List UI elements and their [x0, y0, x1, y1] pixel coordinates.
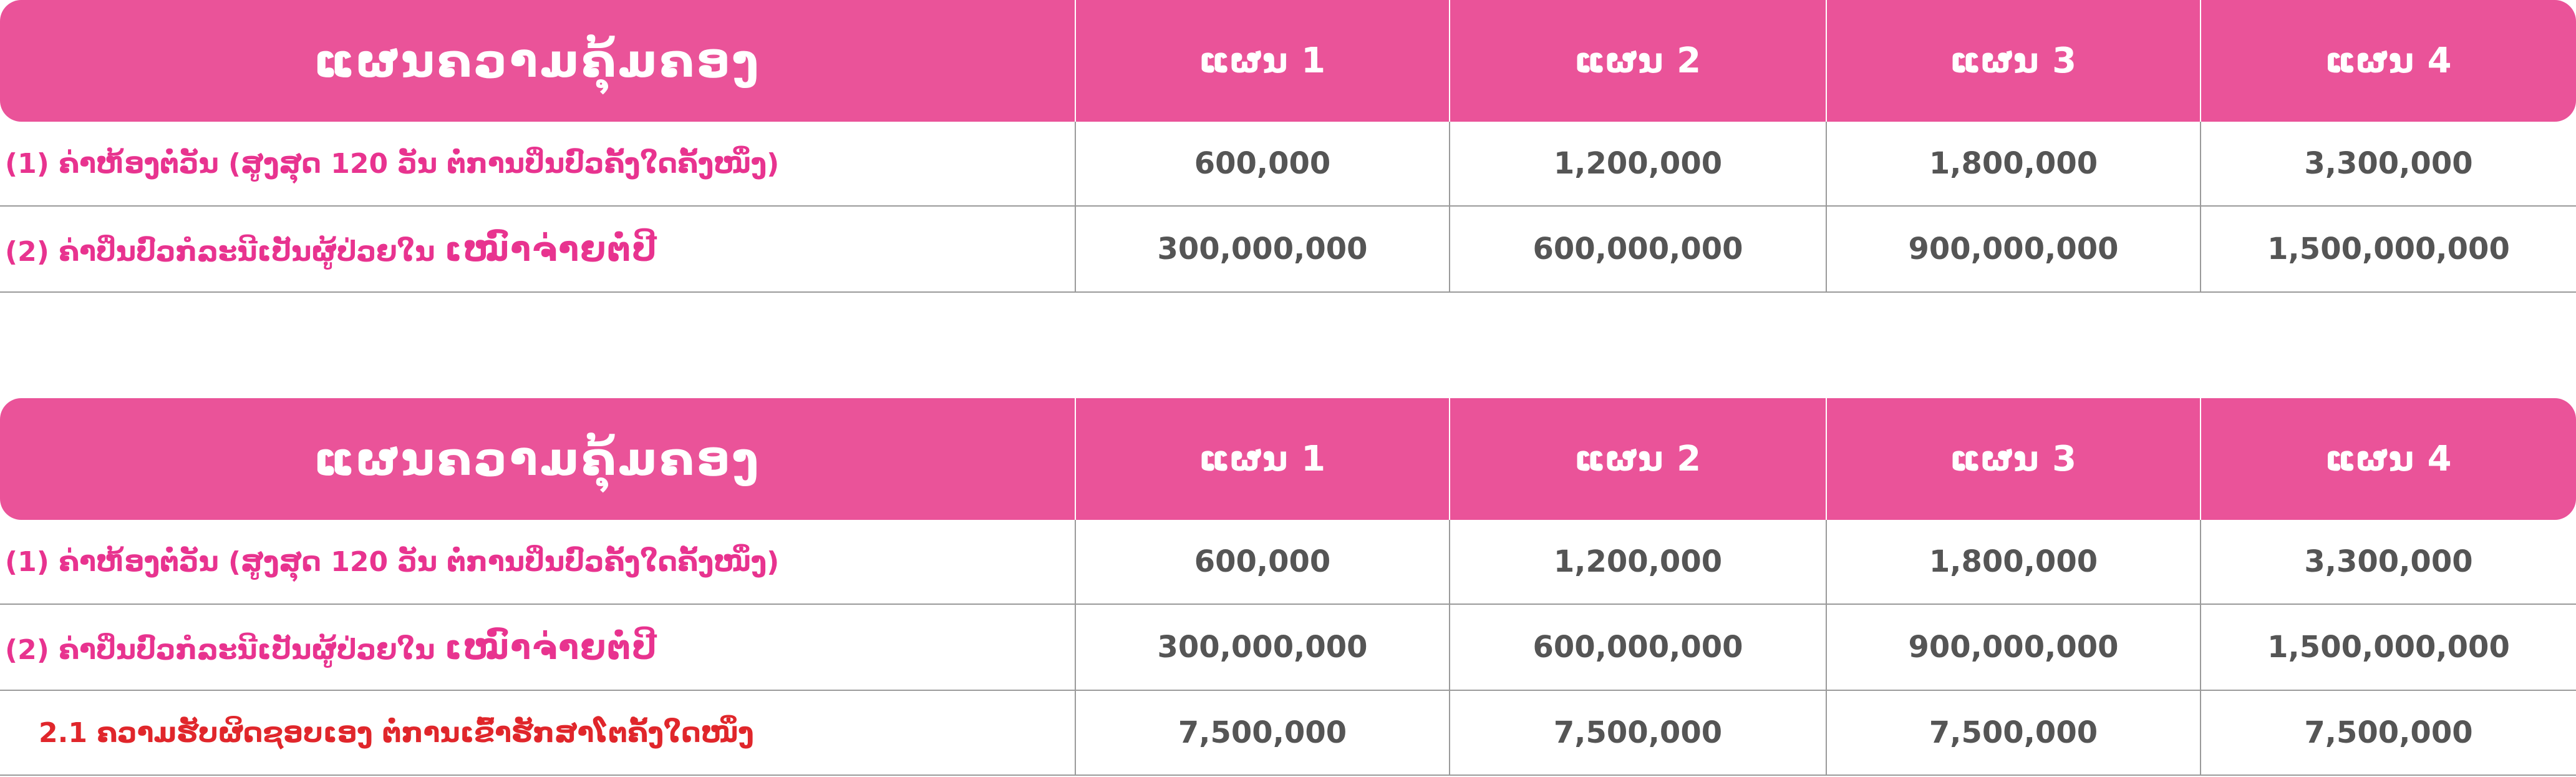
table-cell: 300,000,000	[1075, 604, 1450, 691]
coverage-table-2: ແຜນຄວາມຄຸ້ມຄອງ ແຜນ 1 ແຜນ 2 ແຜນ 3 ແຜນ 4 (…	[0, 398, 2576, 776]
table-cell: 300,000,000	[1075, 206, 1450, 293]
table-cell: 600,000,000	[1449, 604, 1826, 691]
plan-2-header: ແຜນ 2	[1449, 0, 1826, 122]
table-cell: 3,300,000	[2200, 520, 2576, 605]
row-label-deductible: 2.1 ຄວາມຮັບຜິດຊອບເອງ ຕໍ່ການເຂົ້າຮັກສາໂຕຄ…	[0, 690, 1075, 776]
table-cell: 1,800,000	[1826, 122, 2201, 207]
row-label-inpatient: (2) ຄ່າປິ່ນປົວກໍລະນີເປັນຜູ້ປ່ວຍໃນ ເໝົາຈ່…	[0, 206, 1075, 293]
coverage-table: ແຜນຄວາມຄຸ້ມຄອງ ແຜນ 1 ແຜນ 2 ແຜນ 3 ແຜນ 4 (…	[0, 398, 2576, 776]
table-cell: 1,200,000	[1449, 520, 1826, 605]
table-cell: 1,500,000,000	[2200, 206, 2576, 293]
coverage-table-1: ແຜນຄວາມຄຸ້ມຄອງ ແຜນ 1 ແຜນ 2 ແຜນ 3 ແຜນ 4 (…	[0, 0, 2576, 293]
table-row-inpatient: (2) ຄ່າປິ່ນປົວກໍລະນີເປັນຜູ້ປ່ວຍໃນ ເໝົາຈ່…	[0, 206, 2576, 293]
plan-1-header: ແຜນ 1	[1075, 0, 1450, 122]
table-cell: 600,000	[1075, 122, 1450, 207]
plan-3-header: ແຜນ 3	[1826, 398, 2201, 520]
table-row-room-rate: (1) ຄ່າຫ້ອງຕໍ່ວັນ (ສູງສຸດ 120 ວັນ ຕໍ່ການ…	[0, 122, 2576, 207]
coverage-plan-title: ແຜນຄວາມຄຸ້ມຄອງ	[0, 0, 1075, 122]
header-row: ແຜນຄວາມຄຸ້ມຄອງ ແຜນ 1 ແຜນ 2 ແຜນ 3 ແຜນ 4	[0, 398, 2576, 520]
header-row: ແຜນຄວາມຄຸ້ມຄອງ ແຜນ 1 ແຜນ 2 ແຜນ 3 ແຜນ 4	[0, 0, 2576, 122]
row-label-text: (2) ຄ່າປິ່ນປົວກໍລະນີເປັນຜູ້ປ່ວຍໃນ	[5, 235, 435, 268]
table-cell: 7,500,000	[1449, 690, 1826, 776]
table-row-deductible: 2.1 ຄວາມຮັບຜິດຊອບເອງ ຕໍ່ການເຂົ້າຮັກສາໂຕຄ…	[0, 690, 2576, 776]
plan-2-header: ແຜນ 2	[1449, 398, 1826, 520]
plan-3-header: ແຜນ 3	[1826, 0, 2201, 122]
plan-1-header: ແຜນ 1	[1075, 398, 1450, 520]
plan-4-header: ແຜນ 4	[2200, 398, 2576, 520]
coverage-table: ແຜນຄວາມຄຸ້ມຄອງ ແຜນ 1 ແຜນ 2 ແຜນ 3 ແຜນ 4 (…	[0, 0, 2576, 293]
table-cell: 3,300,000	[2200, 122, 2576, 207]
table-cell: 1,500,000,000	[2200, 604, 2576, 691]
row-label-text: (2) ຄ່າປິ່ນປົວກໍລະນີເປັນຜູ້ປ່ວຍໃນ	[5, 633, 435, 666]
table-row-room-rate: (1) ຄ່າຫ້ອງຕໍ່ວັນ (ສູງສຸດ 120 ວັນ ຕໍ່ການ…	[0, 520, 2576, 605]
table-cell: 7,500,000	[2200, 690, 2576, 776]
plan-4-header: ແຜນ 4	[2200, 0, 2576, 122]
row-label-emphasis: ເໝົາຈ່າຍຕໍ່ປີ	[444, 229, 658, 269]
table-cell: 1,200,000	[1449, 122, 1826, 207]
row-label-emphasis: ເໝົາຈ່າຍຕໍ່ປີ	[444, 627, 658, 667]
table-cell: 900,000,000	[1826, 206, 2201, 293]
table-cell: 1,800,000	[1826, 520, 2201, 605]
table-cell: 600,000	[1075, 520, 1450, 605]
table-cell: 600,000,000	[1449, 206, 1826, 293]
table-cell: 7,500,000	[1075, 690, 1450, 776]
row-label-room-rate: (1) ຄ່າຫ້ອງຕໍ່ວັນ (ສູງສຸດ 120 ວັນ ຕໍ່ການ…	[0, 520, 1075, 605]
row-label-room-rate: (1) ຄ່າຫ້ອງຕໍ່ວັນ (ສູງສຸດ 120 ວັນ ຕໍ່ການ…	[0, 122, 1075, 207]
row-label-inpatient: (2) ຄ່າປິ່ນປົວກໍລະນີເປັນຜູ້ປ່ວຍໃນ ເໝົາຈ່…	[0, 604, 1075, 691]
coverage-plan-title: ແຜນຄວາມຄຸ້ມຄອງ	[0, 398, 1075, 520]
table-cell: 7,500,000	[1826, 690, 2201, 776]
table-cell: 900,000,000	[1826, 604, 2201, 691]
table-row-inpatient: (2) ຄ່າປິ່ນປົວກໍລະນີເປັນຜູ້ປ່ວຍໃນ ເໝົາຈ່…	[0, 604, 2576, 691]
